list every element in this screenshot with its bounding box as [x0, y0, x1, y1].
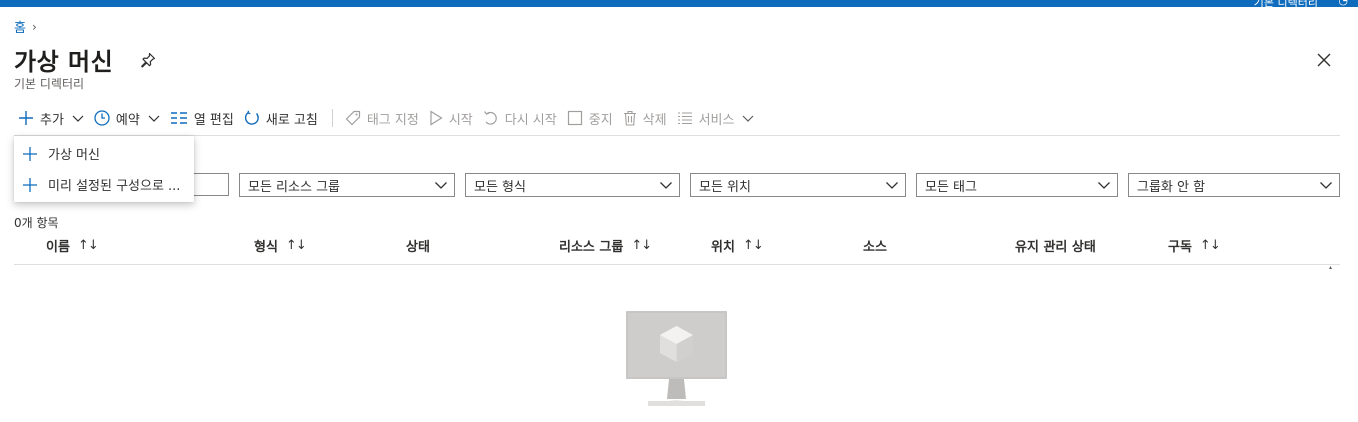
menu-item-label: 미리 설정된 구성으로 ...: [48, 179, 181, 194]
edit-columns-button[interactable]: 열 편집: [166, 104, 240, 132]
chevron-down-icon: [886, 182, 898, 189]
account-icon[interactable]: ◔: [1338, 0, 1348, 7]
chevron-down-icon: [148, 115, 160, 122]
grouping-filter-value: 그룹화 안 함: [1137, 179, 1206, 195]
sort-icon[interactable]: ↑↓: [78, 238, 99, 253]
restart-icon: [483, 111, 497, 125]
column-header-location[interactable]: 위치 ↑↓: [711, 236, 764, 255]
column-header-label: 소스: [863, 240, 887, 255]
column-header-maintenance-status: 유지 관리 상태: [1015, 236, 1096, 255]
sort-icon[interactable]: ↑↓: [1200, 238, 1221, 253]
column-header-label: 이름: [46, 240, 70, 255]
type-filter[interactable]: 모든 형식: [465, 173, 680, 197]
stop-label: 중지: [588, 112, 613, 128]
close-icon[interactable]: [1314, 50, 1334, 70]
column-header-label: 위치: [711, 240, 735, 255]
menu-item-preset-configuration[interactable]: 미리 설정된 구성으로 ...: [14, 169, 194, 200]
sort-icon[interactable]: ↑↓: [743, 238, 764, 253]
chevron-down-icon: [435, 182, 447, 189]
plus-icon: [19, 111, 33, 125]
column-header-source: 소스: [863, 236, 887, 255]
delete-label: 삭제: [642, 112, 667, 128]
chevron-right-icon: ›: [31, 19, 37, 34]
header-divider: [14, 264, 1340, 265]
column-header-status: 상태: [406, 236, 430, 255]
page-subtitle: 기본 디렉터리: [14, 77, 85, 91]
list-icon: [677, 112, 692, 125]
start-label: 시작: [448, 112, 473, 128]
columns-icon: [170, 112, 187, 124]
add-button[interactable]: 추가: [14, 104, 90, 132]
stop-icon: [567, 110, 582, 126]
tags-filter[interactable]: 모든 태그: [916, 173, 1118, 197]
column-header-type[interactable]: 형식 ↑↓: [254, 236, 307, 255]
column-header-label: 상태: [406, 240, 430, 255]
assign-tags-button[interactable]: 태그 지정: [341, 104, 425, 132]
chevron-down-icon: [743, 115, 754, 122]
clock-icon: [94, 110, 110, 126]
grouping-filter[interactable]: 그룹화 안 함: [1128, 173, 1340, 197]
chevron-down-icon: [1320, 182, 1332, 189]
location-filter-value: 모든 위치: [699, 179, 751, 195]
column-header-subscription[interactable]: 구독 ↑↓: [1168, 236, 1221, 255]
play-icon: [430, 110, 443, 126]
column-header-label: 리소스 그룹: [559, 240, 624, 255]
command-bar: 추가 예약 열 편집 새로 고침 태그 지정 시작 다시 시작 중지 삭제 서비…: [14, 104, 760, 132]
plus-icon: [23, 177, 37, 192]
column-header-resource-group[interactable]: 리소스 그룹 ↑↓: [559, 236, 652, 255]
resource-group-filter[interactable]: 모든 리소스 그룹: [239, 173, 455, 197]
refresh-button[interactable]: 새로 고침: [240, 104, 324, 132]
menu-item-label: 가상 머신: [48, 148, 100, 163]
pin-icon[interactable]: [138, 50, 158, 70]
add-dropdown-menu: 가상 머신 미리 설정된 구성으로 ...: [14, 136, 194, 202]
stop-button[interactable]: 중지: [563, 104, 619, 132]
trash-icon: [623, 110, 636, 126]
directory-label[interactable]: 기본 디렉터리: [1254, 0, 1318, 10]
chevron-down-icon: [72, 115, 84, 122]
scrollbar-handle[interactable]: ▴: [1329, 265, 1335, 271]
chevron-down-icon: [1098, 182, 1110, 189]
item-count: 0개 항목: [14, 216, 59, 230]
services-button[interactable]: 서비스: [673, 104, 761, 132]
tags-filter-value: 모든 태그: [925, 179, 977, 195]
edit-columns-label: 열 편집: [193, 112, 234, 128]
toolbar-divider: [331, 109, 333, 127]
column-header-label: 구독: [1168, 240, 1192, 255]
add-button-label: 추가: [40, 112, 64, 128]
column-header-label: 유지 관리 상태: [1015, 240, 1096, 255]
assign-tags-label: 태그 지정: [366, 112, 419, 128]
type-filter-value: 모든 형식: [474, 179, 526, 195]
breadcrumb-home-link[interactable]: 홈: [14, 17, 26, 36]
menu-item-virtual-machine[interactable]: 가상 머신: [14, 138, 194, 169]
schedule-button[interactable]: 예약: [90, 104, 166, 132]
restart-label: 다시 시작: [504, 112, 557, 128]
schedule-button-label: 예약: [115, 112, 140, 128]
location-filter[interactable]: 모든 위치: [690, 173, 906, 197]
refresh-icon: [244, 110, 259, 125]
resource-group-filter-value: 모든 리소스 그룹: [248, 179, 340, 195]
services-label: 서비스: [698, 112, 735, 128]
refresh-label: 새로 고침: [265, 112, 318, 128]
top-bar: 기본 디렉터리 ◔: [0, 0, 1358, 10]
restart-button[interactable]: 다시 시작: [479, 104, 563, 132]
breadcrumb: 홈 ›: [14, 17, 37, 37]
delete-button[interactable]: 삭제: [619, 104, 673, 132]
toolbar-divider-line: [14, 135, 1340, 136]
page-title: 가상 머신: [14, 48, 114, 76]
empty-state-monitor-icon: [626, 311, 727, 406]
tag-icon: [345, 110, 360, 126]
chevron-down-icon: [660, 182, 672, 189]
table-header: 이름 ↑↓ 형식 ↑↓ 상태 리소스 그룹 ↑↓ 위치 ↑↓ 소스 유지 관리 …: [14, 236, 1340, 258]
sort-icon[interactable]: ↑↓: [631, 238, 652, 253]
plus-icon: [23, 146, 37, 161]
start-button[interactable]: 시작: [425, 104, 479, 132]
sort-icon[interactable]: ↑↓: [286, 238, 307, 253]
column-header-label: 형식: [254, 240, 278, 255]
column-header-name[interactable]: 이름 ↑↓: [46, 236, 99, 255]
